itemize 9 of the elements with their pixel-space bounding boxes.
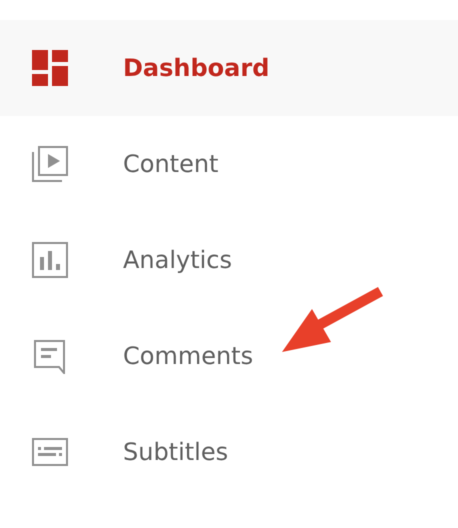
sidebar-item[interactable]: Content [0,116,458,212]
video-library-icon [32,146,68,182]
dashboard-icon [32,50,68,86]
bar-chart-icon [32,242,68,278]
sidebar-item[interactable]: Dashboard [0,20,458,116]
sidebar-item[interactable]: Subtitles [0,404,458,500]
comment-icon [32,338,68,374]
sidebar-item[interactable]: Analytics [0,212,458,308]
sidebar-item[interactable]: Comments [0,308,458,404]
